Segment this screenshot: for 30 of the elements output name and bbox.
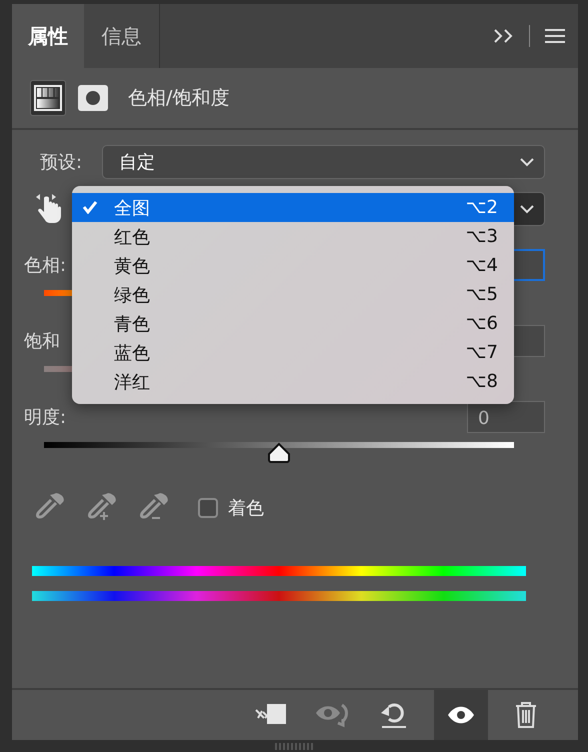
panel-tab[interactable]: 属性 <box>12 4 84 68</box>
menu-item[interactable]: 黄色 ⌥4 <box>72 251 514 280</box>
preset-label: 预设: <box>40 151 84 174</box>
chevron-down-icon <box>520 158 534 166</box>
colorize-label: 着色 <box>228 497 264 520</box>
visibility-button[interactable] <box>434 690 488 740</box>
chevron-down-icon <box>520 204 534 214</box>
menu-item[interactable]: 蓝色 ⌥7 <box>72 338 514 367</box>
menu-icon[interactable] <box>544 28 566 44</box>
resize-grip[interactable] <box>275 743 313 750</box>
menu-item[interactable]: 洋红 ⌥8 <box>72 367 514 396</box>
adjustment-label: 色相: <box>24 254 66 277</box>
eye-icon <box>447 706 475 724</box>
check-icon <box>82 200 98 214</box>
menu-item[interactable]: 红色 ⌥3 <box>72 222 514 251</box>
expand-icon[interactable] <box>493 28 515 44</box>
slider-thumb[interactable] <box>266 442 292 464</box>
adjustment-label: 明度: <box>24 406 66 429</box>
adjustment-label: 饱和 <box>24 330 60 353</box>
preset-dropdown[interactable]: 自定 <box>102 145 545 179</box>
menu-item[interactable]: 绿色 ⌥5 <box>72 280 514 309</box>
menu-item[interactable]: 全图 ⌥2 <box>72 193 514 222</box>
value-field[interactable]: 0 <box>467 401 545 433</box>
hand-tool-icon[interactable] <box>34 192 64 226</box>
adjustment-layer-button[interactable] <box>30 80 66 116</box>
panel-title: 色相/饱和度 <box>128 86 230 111</box>
layer-mask-button[interactable] <box>78 85 108 111</box>
colorize-checkbox[interactable] <box>198 498 218 518</box>
trash-icon[interactable] <box>514 701 538 729</box>
menu-item[interactable]: 青色 ⌥6 <box>72 309 514 338</box>
